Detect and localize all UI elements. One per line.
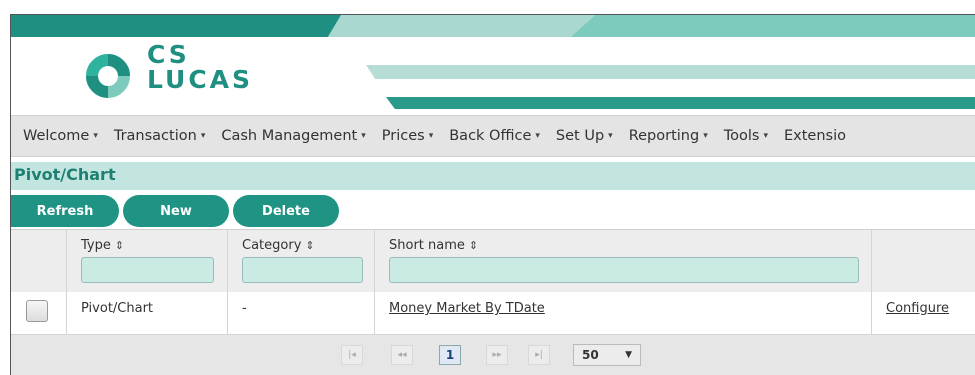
menu-prices[interactable]: Prices ▾ xyxy=(382,128,433,144)
header-stripe xyxy=(366,65,975,79)
sort-icon[interactable]: ⇕ xyxy=(115,239,124,252)
pivot-chart-grid: Type ⇕ Category ⇕ Short name ⇕ Pivot/Chart … xyxy=(11,229,975,375)
column-divider xyxy=(871,230,872,292)
prev-page-button[interactable]: ◂◂ xyxy=(391,345,413,365)
refresh-button[interactable]: Refresh xyxy=(11,195,119,227)
menu-set-up[interactable]: Set Up ▾ xyxy=(556,128,613,144)
chevron-down-icon: ▾ xyxy=(93,131,98,141)
column-header-category[interactable]: Category ⇕ xyxy=(242,238,315,253)
chevron-down-icon: ▾ xyxy=(608,131,613,141)
header-stripe xyxy=(386,97,975,109)
column-divider xyxy=(374,230,375,292)
cs-lucas-logo[interactable]: CS LUCAS xyxy=(81,40,281,107)
cell-type: Pivot/Chart xyxy=(81,301,154,316)
menu-cash-management[interactable]: Cash Management ▾ xyxy=(221,128,365,144)
first-page-button[interactable]: |◂ xyxy=(341,345,363,365)
menu-reporting[interactable]: Reporting ▾ xyxy=(629,128,708,144)
next-page-button[interactable]: ▸▸ xyxy=(486,345,508,365)
header-stripe xyxy=(11,15,341,37)
dropdown-arrow-icon: ▼ xyxy=(625,350,632,360)
column-header-type[interactable]: Type ⇕ xyxy=(81,238,124,253)
column-divider xyxy=(66,230,67,292)
current-page-button[interactable]: 1 xyxy=(439,345,461,365)
chevron-down-icon: ▾ xyxy=(200,131,206,141)
chevron-down-icon: ▾ xyxy=(428,131,434,141)
type-filter-input[interactable] xyxy=(81,257,214,283)
app-frame: CS LUCAS Welcome ▾ Transaction ▾ Cash Mana… xyxy=(10,14,975,375)
menu-back-office[interactable]: Back Office ▾ xyxy=(449,128,540,144)
short-name-filter-input[interactable] xyxy=(389,257,859,283)
sort-icon[interactable]: ⇕ xyxy=(305,239,314,252)
menu-transaction[interactable]: Transaction ▾ xyxy=(114,128,205,144)
pagination-bar: |◂ ◂◂ 1 ▸▸ ▸| 50 ▼ xyxy=(11,335,975,375)
logo-text: CS LUCAS xyxy=(147,40,254,94)
main-menu: Welcome ▾ Transaction ▾ Cash Management ▾ P… xyxy=(11,115,975,157)
page-size-select[interactable]: 50 ▼ xyxy=(573,344,641,366)
header-stripe xyxy=(571,15,975,37)
category-filter-input[interactable] xyxy=(242,257,363,283)
sort-icon[interactable]: ⇕ xyxy=(469,239,478,252)
page-title: Pivot/Chart xyxy=(14,165,116,184)
chevron-down-icon: ▾ xyxy=(535,131,540,141)
column-divider xyxy=(227,292,228,334)
delete-button[interactable]: Delete xyxy=(233,195,339,227)
chevron-down-icon: ▾ xyxy=(361,131,366,141)
column-divider xyxy=(871,292,872,334)
column-header-short-name[interactable]: Short name ⇕ xyxy=(389,238,478,253)
configure-link[interactable]: Configure xyxy=(886,301,949,316)
logo-ring-icon xyxy=(86,54,130,98)
new-button[interactable]: New xyxy=(123,195,229,227)
chevron-down-icon: ▾ xyxy=(703,131,708,141)
column-divider xyxy=(227,230,228,292)
cell-category: - xyxy=(242,301,247,316)
last-page-button[interactable]: ▸| xyxy=(528,345,550,365)
chevron-down-icon: ▾ xyxy=(763,131,768,141)
row-checkbox[interactable] xyxy=(26,300,48,322)
table-row[interactable]: Pivot/Chart - Money Market By TDate Conf… xyxy=(11,292,975,335)
menu-extensions[interactable]: Extensio xyxy=(784,128,846,144)
menu-welcome[interactable]: Welcome ▾ xyxy=(23,128,98,144)
column-divider xyxy=(374,292,375,334)
column-divider xyxy=(66,292,67,334)
menu-tools[interactable]: Tools ▾ xyxy=(724,128,768,144)
short-name-link[interactable]: Money Market By TDate xyxy=(389,301,545,316)
page-title-bar: Pivot/Chart xyxy=(11,162,975,190)
grid-header: Type ⇕ Category ⇕ Short name ⇕ xyxy=(11,230,975,293)
